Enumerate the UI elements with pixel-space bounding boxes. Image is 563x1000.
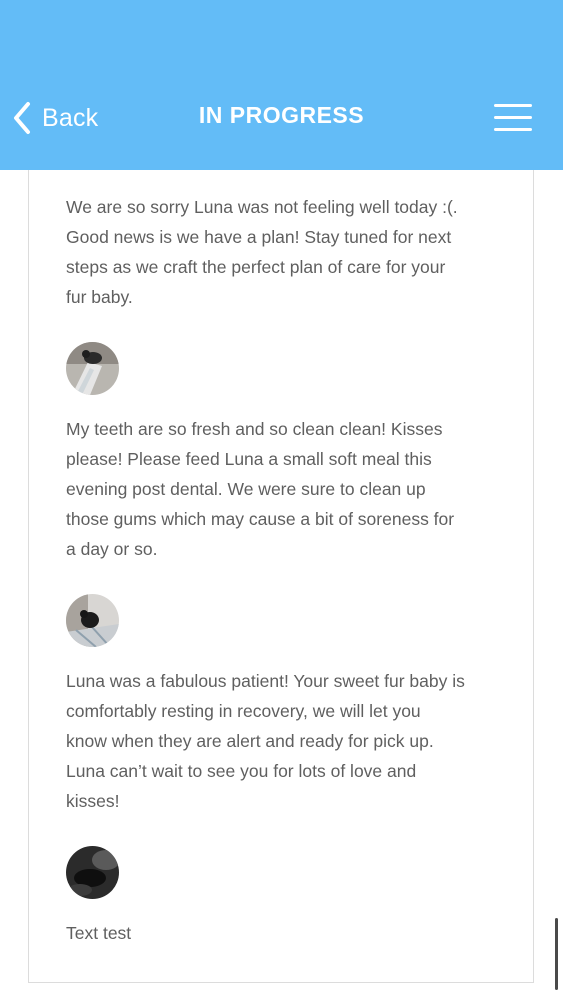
message-text: Text test xyxy=(66,923,132,943)
page-title: IN PROGRESS xyxy=(198,102,365,128)
avatar xyxy=(66,342,119,395)
message-list[interactable]: We are so sorry Luna was not feeling wel… xyxy=(28,170,534,983)
hamburger-bar xyxy=(494,116,532,119)
scrollbar[interactable] xyxy=(555,918,558,990)
app-header: Back IN PROGRESS xyxy=(0,0,563,170)
hamburger-menu-icon xyxy=(494,104,532,107)
message-text: We are so sorry Luna was not feeling wel… xyxy=(66,197,458,307)
message-text: My teeth are so fresh and so clean clean… xyxy=(66,419,455,559)
hamburger-bar xyxy=(494,128,532,131)
avatar xyxy=(66,594,119,647)
avatar xyxy=(66,846,119,899)
message-text: Luna was a fabulous patient! Your sweet … xyxy=(66,671,465,811)
menu-button[interactable] xyxy=(494,104,534,132)
